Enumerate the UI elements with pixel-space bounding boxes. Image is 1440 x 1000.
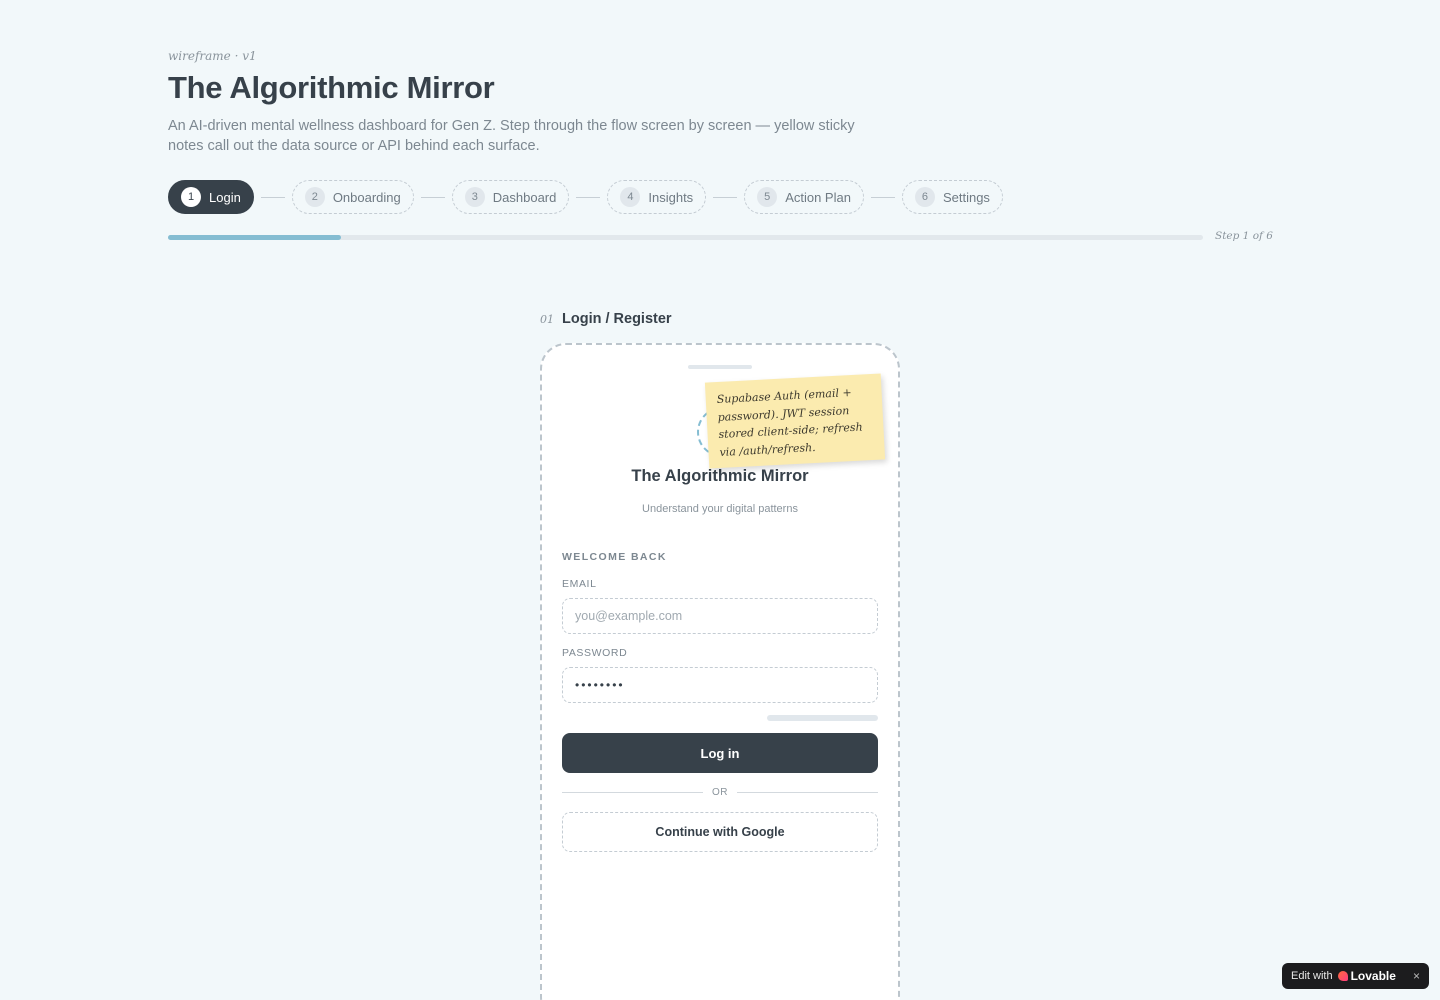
step-action-plan[interactable]: 5 Action Plan: [744, 180, 864, 214]
or-label: OR: [712, 786, 728, 798]
progress-step-text: Step 1 of 6: [1215, 230, 1273, 242]
step-label: Onboarding: [332, 189, 401, 205]
email-field[interactable]: [562, 598, 878, 634]
edit-with-label: Edit with: [1291, 970, 1333, 982]
step-number: 5: [757, 187, 778, 207]
password-field[interactable]: [562, 667, 878, 703]
login-button[interactable]: Log in: [562, 733, 878, 773]
progress-bar: [168, 235, 1203, 240]
step-login[interactable]: 1 Login: [168, 180, 254, 214]
step-number: 1: [181, 187, 201, 207]
password-label: PASSWORD: [562, 647, 628, 659]
app-tagline: Understand your digital patterns: [642, 503, 798, 515]
continue-with-google-button[interactable]: Continue with Google: [562, 812, 878, 852]
step-number: 3: [464, 187, 485, 207]
step-label: Action Plan: [785, 189, 851, 205]
step-label: Login: [209, 189, 241, 205]
step-label: Dashboard: [492, 189, 557, 205]
sticky-note: Supabase Auth (email + password). JWT se…: [704, 373, 886, 469]
edit-with-lovable-badge[interactable]: Edit with Lovable ×: [1282, 963, 1429, 989]
page-title: The Algorithmic Mirror: [168, 70, 495, 105]
step-insights[interactable]: 4 Insights: [607, 180, 707, 214]
wireframe-page: wireframe · v1 The Algorithmic Mirror An…: [0, 0, 1440, 1000]
email-label: EMAIL: [562, 578, 597, 590]
step-label: Settings: [942, 189, 990, 205]
step-label: Insights: [648, 189, 694, 205]
step-number: 2: [304, 187, 325, 207]
step-connector: [576, 196, 601, 198]
flow-stepper: 1 Login 2 Onboarding 3 Dashboard 4 Insig…: [168, 180, 1003, 214]
step-onboarding[interactable]: 2 Onboarding: [291, 180, 414, 214]
wireframe-version-kicker: wireframe · v1: [168, 49, 257, 63]
step-number: 6: [914, 187, 935, 207]
screen-number: 01: [540, 313, 554, 326]
divider-line: [562, 791, 703, 793]
welcome-heading: WELCOME BACK: [562, 551, 667, 563]
screen-name: Login / Register: [562, 311, 672, 327]
screen-heading: 01 Login / Register: [540, 311, 672, 327]
step-dashboard[interactable]: 3 Dashboard: [451, 180, 570, 214]
step-connector: [260, 196, 285, 198]
divider-line: [737, 791, 878, 793]
forgot-password-link-placeholder[interactable]: [767, 715, 878, 721]
phone-notch: [688, 365, 752, 369]
progress-bar-fill: [168, 235, 341, 240]
step-number: 4: [620, 187, 641, 207]
or-divider: OR: [562, 786, 878, 798]
lovable-heart-icon: [1337, 971, 1348, 981]
close-icon[interactable]: ×: [1413, 969, 1420, 983]
app-name: The Algorithmic Mirror: [631, 467, 809, 485]
lovable-brand: Lovable: [1350, 969, 1396, 983]
step-settings[interactable]: 6 Settings: [901, 180, 1003, 214]
step-connector: [870, 196, 895, 198]
step-connector: [713, 196, 738, 198]
page-subtitle: An AI-driven mental wellness dashboard f…: [168, 118, 855, 154]
step-connector: [420, 196, 445, 198]
